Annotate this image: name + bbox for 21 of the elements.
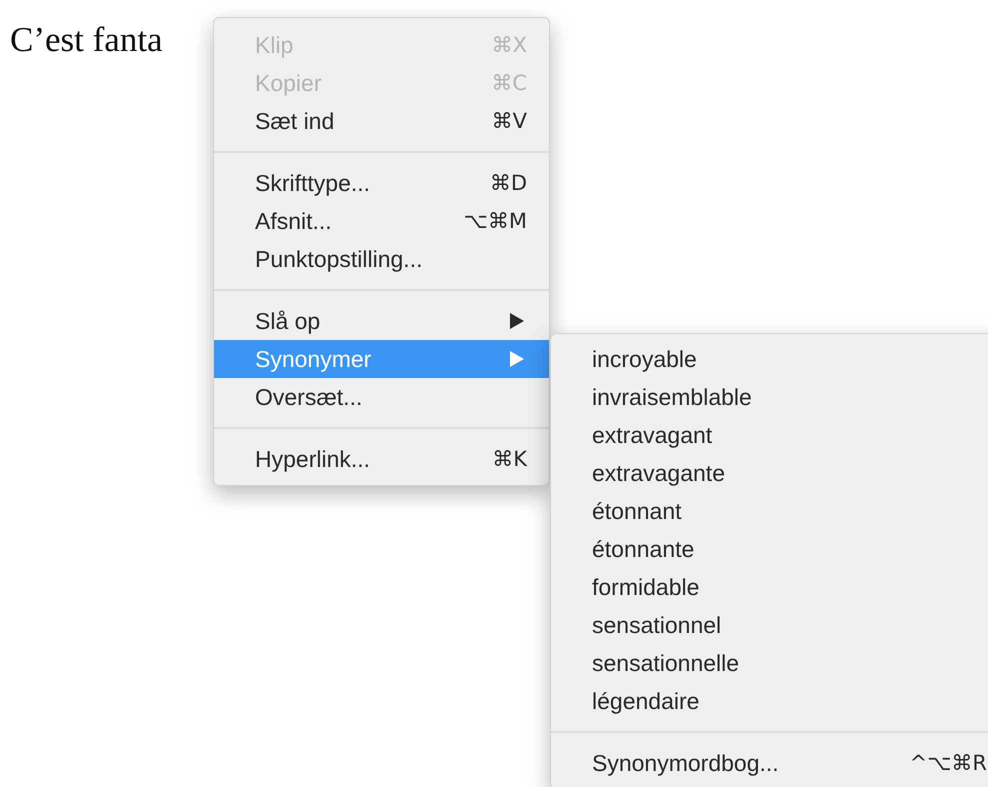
menu-item[interactable]: Afsnit... ⌥⌘M — [214, 202, 549, 240]
menu-item[interactable]: Skrifttype... ⌘D — [214, 164, 549, 202]
menu-item[interactable]: Slå op — [214, 302, 549, 340]
menu-item[interactable]: formidable — [551, 568, 988, 606]
menu-item[interactable]: Punktopstilling... — [214, 240, 549, 278]
menu-item[interactable]: Hyperlink... ⌘K — [214, 440, 549, 478]
menu-item[interactable]: sensationnelle — [551, 644, 988, 682]
submenu-arrow-icon — [509, 312, 525, 330]
document-text: C’est fanta — [10, 19, 163, 61]
menu-item[interactable]: étonnante — [551, 530, 988, 568]
menu-item[interactable]: incroyable — [551, 340, 988, 378]
menu-item[interactable]: Sæt ind ⌘V — [214, 102, 549, 140]
menu-item[interactable]: légendaire — [551, 682, 988, 720]
menu-item[interactable]: invraisemblable — [551, 378, 988, 416]
menu-item[interactable]: sensationnel — [551, 606, 988, 644]
menu-item[interactable]: Synonymordbog... ^⌥⌘R — [551, 744, 988, 782]
menu-item[interactable]: extravagante — [551, 454, 988, 492]
menu-item[interactable]: Oversæt... — [214, 378, 549, 416]
menu-item[interactable]: étonnant — [551, 492, 988, 530]
submenu-arrow-icon — [509, 350, 525, 368]
menu-item[interactable]: extravagant — [551, 416, 988, 454]
